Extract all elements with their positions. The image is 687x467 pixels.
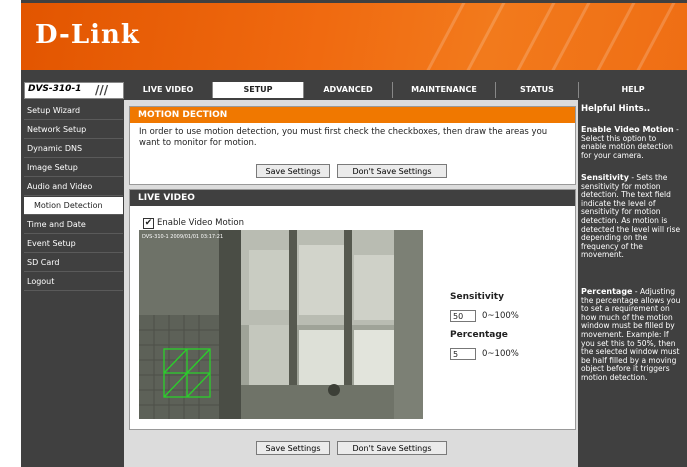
tab-status[interactable]: STATUS — [496, 82, 579, 98]
sensitivity-input[interactable]: 50 — [450, 310, 476, 322]
sidebar-item-audio-video[interactable]: Audio and Video — [24, 178, 123, 196]
model-name: DVS-310-1 — [28, 84, 82, 94]
enable-video-motion-checkbox[interactable]: ✔ — [143, 218, 154, 229]
help-sensitivity: Sensitivity - Sets the sensitivity for m… — [581, 173, 683, 260]
model-slash-decoration: /// — [95, 83, 109, 97]
sidebar-item-logout[interactable]: Logout — [24, 273, 123, 291]
tab-advanced[interactable]: ADVANCED — [304, 82, 393, 98]
model-badge: DVS-310-1 /// — [24, 82, 124, 99]
sidebar: Setup Wizard Network Setup Dynamic DNS I… — [21, 100, 123, 467]
sidebar-item-image-setup[interactable]: Image Setup — [24, 159, 123, 177]
help-panel: Helpful Hints.. Enable Video Motion - Se… — [578, 100, 687, 467]
sidebar-item-time-date[interactable]: Time and Date — [24, 216, 123, 234]
video-timestamp-overlay: DVS-310-1 2009/01/01 03:17:21 — [142, 234, 223, 240]
header-banner: D-Link — [21, 3, 687, 70]
save-settings-button-top[interactable]: Save Settings — [256, 164, 330, 178]
dont-save-settings-button-top[interactable]: Don't Save Settings — [337, 164, 447, 178]
save-settings-button-bottom[interactable]: Save Settings — [256, 441, 330, 455]
percentage-input[interactable]: 5 — [450, 348, 476, 360]
sidebar-item-sd-card[interactable]: SD Card — [24, 254, 123, 272]
sidebar-item-event-setup[interactable]: Event Setup — [24, 235, 123, 253]
help-title: Helpful Hints.. — [581, 104, 651, 114]
tab-maintenance[interactable]: MAINTENANCE — [393, 82, 496, 98]
percentage-label: Percentage — [450, 330, 508, 340]
help-sensitivity-text: - Sets the sensitivity for motion detect… — [581, 173, 681, 260]
live-video-title: LIVE VIDEO — [130, 190, 575, 206]
sensitivity-label: Sensitivity — [450, 292, 504, 302]
enable-video-motion-label: Enable Video Motion — [157, 218, 244, 228]
help-enable-video-motion: Enable Video Motion - Select this option… — [581, 125, 683, 160]
percentage-range: 0~100% — [482, 349, 519, 359]
sidebar-item-network-setup[interactable]: Network Setup — [24, 121, 123, 139]
tab-setup[interactable]: SETUP — [213, 82, 304, 98]
camera-image: DVS-310-1 2009/01/01 03:17:21 — [139, 230, 423, 419]
sidebar-item-setup-wizard[interactable]: Setup Wizard — [24, 102, 123, 120]
live-video-feed[interactable]: DVS-310-1 2009/01/01 03:17:21 — [139, 230, 423, 419]
dont-save-settings-button-bottom[interactable]: Don't Save Settings — [337, 441, 447, 455]
help-percentage-text: - Adjusting the percentage allows you to… — [581, 287, 681, 382]
sidebar-item-dynamic-dns[interactable]: Dynamic DNS — [24, 140, 123, 158]
tab-live-video[interactable]: LIVE VIDEO — [124, 82, 213, 98]
tab-help[interactable]: HELP — [579, 82, 687, 98]
dlink-logo: D-Link — [35, 20, 140, 50]
sidebar-item-motion-detection[interactable]: Motion Detection — [24, 197, 123, 215]
motion-detection-description: In order to use motion detection, you mu… — [139, 127, 548, 148]
help-percentage: Percentage - Adjusting the percentage al… — [581, 287, 683, 383]
header-divider — [21, 70, 687, 80]
sensitivity-range: 0~100% — [482, 311, 519, 321]
motion-detection-title: MOTION DECTION — [130, 107, 575, 123]
